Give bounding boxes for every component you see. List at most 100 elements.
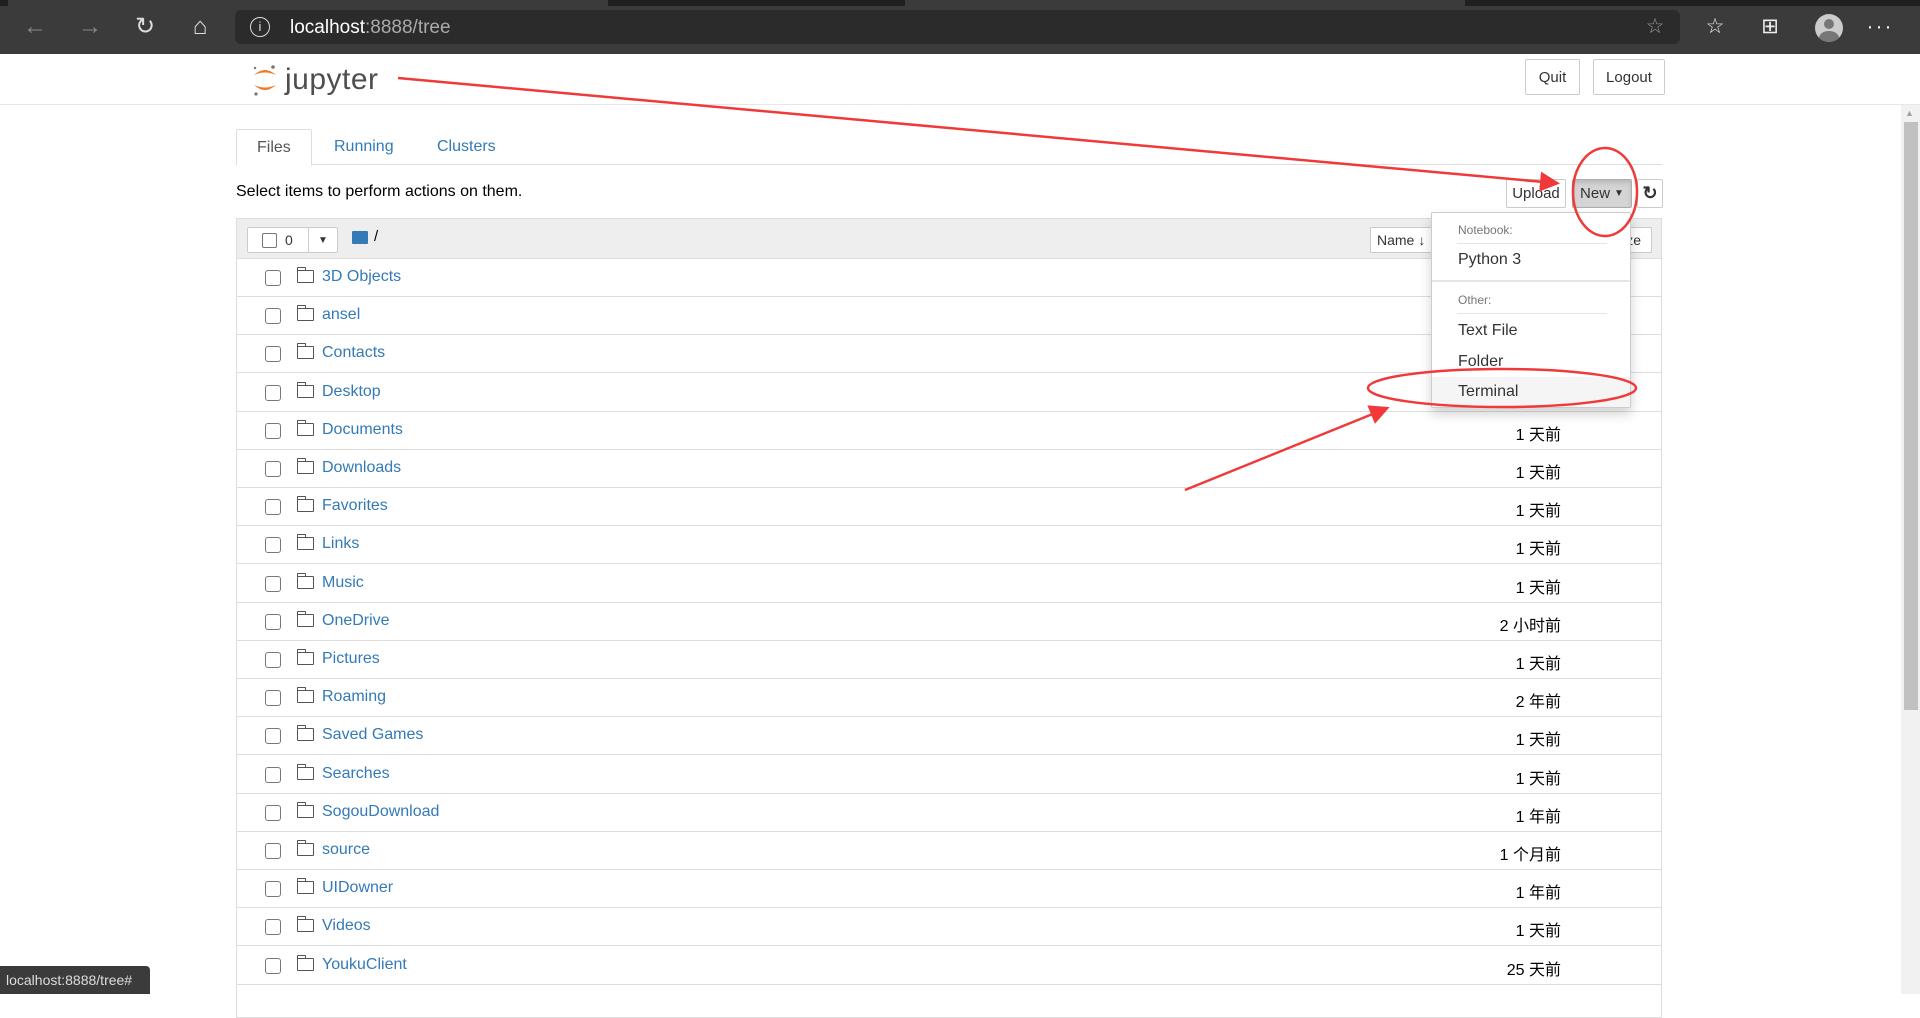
file-link[interactable]: Videos <box>322 917 371 935</box>
file-link[interactable]: Favorites <box>322 497 388 515</box>
row-checkbox[interactable] <box>265 613 281 630</box>
file-link[interactable]: OneDrive <box>322 612 390 630</box>
selected-count: 0 <box>285 232 293 248</box>
row-checkbox[interactable] <box>265 384 281 401</box>
select-all-checkbox[interactable]: 0 <box>247 227 309 253</box>
tab-running[interactable]: Running <box>314 129 414 166</box>
tab-files[interactable]: Files <box>236 129 312 166</box>
tab-clusters[interactable]: Clusters <box>417 129 516 166</box>
scroll-up-icon[interactable]: ▲ <box>1905 108 1914 118</box>
file-row[interactable]: Videos 1 天前 <box>237 908 1661 947</box>
file-row[interactable]: UIDowner 1 年前 <box>237 870 1661 909</box>
file-row[interactable]: Music 1 天前 <box>237 565 1661 603</box>
upload-button[interactable]: Upload <box>1506 179 1566 208</box>
row-checkbox[interactable] <box>265 881 281 898</box>
file-link[interactable]: Searches <box>322 765 390 783</box>
file-link[interactable]: Contacts <box>322 344 385 362</box>
logout-button[interactable]: Logout <box>1593 59 1665 95</box>
file-link[interactable]: Saved Games <box>322 726 423 744</box>
modified-time: 1 个月前 <box>1499 847 1561 864</box>
row-checkbox[interactable] <box>265 499 281 516</box>
jupyter-logo[interactable]: jupyter <box>251 62 379 98</box>
more-icon[interactable]: ··· <box>1865 12 1895 42</box>
file-row[interactable]: Roaming 2 年前 <box>237 679 1661 718</box>
file-link[interactable]: Roaming <box>322 688 386 706</box>
row-checkbox[interactable] <box>265 537 281 554</box>
scrollbar-thumb[interactable] <box>1904 122 1918 710</box>
url-text[interactable]: localhost:8888/tree <box>290 17 451 39</box>
back-icon[interactable]: ← <box>20 12 50 42</box>
file-row[interactable]: OneDrive 2 小时前 <box>237 603 1661 641</box>
modified-time: 1 天前 <box>1515 426 1561 444</box>
new-button[interactable]: New ▼ <box>1572 179 1632 208</box>
menu-item-text-file[interactable]: Text File <box>1432 316 1630 346</box>
menu-item-folder[interactable]: Folder <box>1432 347 1630 377</box>
forward-icon[interactable]: → <box>75 12 105 42</box>
file-link[interactable]: ansel <box>322 306 360 324</box>
file-link[interactable]: Downloads <box>322 459 401 477</box>
file-row[interactable]: Saved Games 1 天前 <box>237 717 1661 756</box>
row-checkbox[interactable] <box>265 422 281 439</box>
file-row[interactable]: SogouDownload 1 年前 <box>237 794 1661 832</box>
row-checkbox[interactable] <box>265 308 281 325</box>
file-link[interactable]: source <box>322 841 370 859</box>
menu-item-python3[interactable]: Python 3 <box>1432 245 1630 275</box>
menu-item-terminal[interactable]: Terminal <box>1432 377 1630 407</box>
row-checkbox[interactable] <box>265 957 281 974</box>
row-checkbox[interactable] <box>265 919 281 936</box>
file-row[interactable]: Favorites 1 天前 <box>237 488 1661 527</box>
other-section-header: Other: <box>1458 293 1492 307</box>
file-row[interactable]: Downloads 1 天前 <box>237 450 1661 488</box>
file-link[interactable]: Desktop <box>322 383 381 401</box>
arrow-down-icon: ↓ <box>1418 232 1426 248</box>
info-icon[interactable]: i <box>250 17 270 37</box>
row-checkbox[interactable] <box>265 804 281 821</box>
main-tabs: Files Running Clusters <box>236 129 1662 166</box>
modified-time: 1 年前 <box>1515 885 1561 903</box>
checkbox-icon <box>262 232 277 248</box>
file-link[interactable]: SogouDownload <box>322 803 439 821</box>
sort-by-name-button[interactable]: Name ↓ <box>1370 227 1440 253</box>
browser-tab[interactable] <box>8 0 608 6</box>
tab-strip <box>0 0 1920 6</box>
folder-icon <box>296 496 314 513</box>
file-link[interactable]: UIDowner <box>322 879 393 897</box>
file-link[interactable]: Pictures <box>322 650 380 668</box>
breadcrumb-root[interactable]: / <box>374 228 378 245</box>
file-link[interactable]: Music <box>322 574 364 592</box>
collections-icon[interactable]: ⊞ <box>1755 12 1785 42</box>
page-scrollbar[interactable]: ▲ <box>1901 105 1920 994</box>
file-link[interactable]: Links <box>322 535 359 553</box>
refresh-list-icon[interactable]: ↻ <box>1637 179 1663 208</box>
name-label: Name <box>1377 232 1415 248</box>
row-checkbox[interactable] <box>265 766 281 783</box>
file-row[interactable]: YoukuClient 25 天前 <box>237 947 1661 985</box>
quit-button[interactable]: Quit <box>1525 59 1580 95</box>
row-checkbox[interactable] <box>265 575 281 592</box>
url-path: :8888/tree <box>365 17 451 38</box>
file-row[interactable]: Links 1 天前 <box>237 526 1661 565</box>
file-row[interactable]: Searches 1 天前 <box>237 756 1661 794</box>
file-row[interactable]: Pictures 1 天前 <box>237 641 1661 679</box>
home-icon[interactable]: ⌂ <box>185 12 215 42</box>
row-checkbox[interactable] <box>265 652 281 668</box>
favorite-add-icon[interactable]: ☆ <box>1640 12 1670 42</box>
row-checkbox[interactable] <box>265 461 281 477</box>
file-link[interactable]: 3D Objects <box>322 268 401 286</box>
select-dropdown-caret-icon[interactable]: ▼ <box>308 227 338 253</box>
row-checkbox[interactable] <box>265 690 281 707</box>
profile-icon[interactable] <box>1815 14 1843 42</box>
file-row[interactable]: source 1 个月前 <box>237 832 1661 870</box>
jupyter-logo-icon <box>253 65 276 96</box>
favorites-icon[interactable]: ☆ <box>1700 12 1730 42</box>
row-checkbox[interactable] <box>265 728 281 745</box>
row-checkbox[interactable] <box>265 270 281 286</box>
file-link[interactable]: YoukuClient <box>322 956 407 974</box>
row-checkbox[interactable] <box>265 843 281 859</box>
row-checkbox[interactable] <box>265 346 281 363</box>
browser-tab[interactable] <box>905 0 1465 6</box>
refresh-icon[interactable]: ↻ <box>130 12 160 42</box>
address-bar[interactable] <box>235 10 1680 44</box>
file-row[interactable]: Documents 1 天前 <box>237 412 1661 450</box>
file-link[interactable]: Documents <box>322 421 403 439</box>
